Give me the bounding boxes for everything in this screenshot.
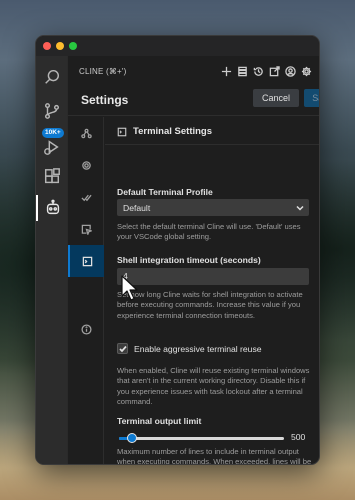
section-title-text: Terminal Settings xyxy=(133,126,213,137)
activity-source-control[interactable] xyxy=(36,98,68,124)
account-button[interactable] xyxy=(284,65,296,77)
panel-title: CLINE (⌘+') xyxy=(79,67,127,76)
gear-icon xyxy=(301,66,311,76)
plus-icon xyxy=(221,66,231,76)
title-bar xyxy=(36,36,319,56)
vscode-window: 10K+ CLINE (⌘+') Settings Cancel S Termi… xyxy=(35,35,320,465)
terminal-profile-value: Default xyxy=(123,203,151,213)
settings-title: Settings xyxy=(81,93,129,107)
mcp-servers-button[interactable] xyxy=(236,65,248,77)
settings-button[interactable] xyxy=(300,65,312,77)
run-debug-icon xyxy=(44,140,59,155)
info-icon xyxy=(80,323,92,335)
history-icon xyxy=(253,66,263,76)
tab-about[interactable] xyxy=(68,313,104,345)
section-title: Terminal Settings xyxy=(117,126,212,137)
extensions-icon xyxy=(44,168,60,184)
tab-features[interactable] xyxy=(68,181,104,213)
save-button[interactable]: Save xyxy=(304,89,319,107)
output-limit-label: Terminal output limit xyxy=(117,416,202,426)
cline-robot-icon xyxy=(46,199,60,215)
aggressive-reuse-checkbox[interactable] xyxy=(117,343,128,354)
settings-tabs xyxy=(68,117,104,464)
activity-run-debug[interactable] xyxy=(36,134,68,160)
output-limit-description: Maximum number of lines to include in te… xyxy=(117,447,312,465)
activity-cline[interactable] xyxy=(36,195,68,221)
source-control-icon xyxy=(44,103,60,119)
minimize-window-button[interactable] xyxy=(56,42,64,50)
timeout-value: 4 xyxy=(123,271,128,281)
cancel-button[interactable]: Cancel xyxy=(253,89,299,107)
terminal-profile-select[interactable]: Default xyxy=(117,199,309,216)
activity-bar: 10K+ xyxy=(36,56,68,464)
aggressive-reuse-label: Enable aggressive terminal reuse xyxy=(134,344,262,354)
checks-icon xyxy=(80,194,92,201)
nodes-icon xyxy=(80,128,92,138)
settings-header: Settings Cancel Save xyxy=(68,86,319,116)
search-icon xyxy=(45,69,60,84)
aggressive-reuse-description: When enabled, Cline will reuse existing … xyxy=(117,366,310,407)
tab-terminal[interactable] xyxy=(68,245,104,277)
timeout-label: Shell integration timeout (seconds) xyxy=(117,255,261,265)
cursor-square-icon xyxy=(81,224,92,235)
section-divider xyxy=(105,144,319,145)
output-limit-value: 500 xyxy=(291,432,306,442)
tab-browser[interactable] xyxy=(68,213,104,245)
zoom-window-button[interactable] xyxy=(69,42,77,50)
terminal-settings-content: Terminal Settings Default Terminal Profi… xyxy=(105,117,319,465)
output-limit-slider-thumb[interactable] xyxy=(127,433,138,443)
output-limit-slider[interactable] xyxy=(119,433,284,443)
close-window-button[interactable] xyxy=(43,42,51,50)
gear-icon xyxy=(81,160,91,170)
timeout-input[interactable]: 4 xyxy=(117,268,309,285)
external-link-icon xyxy=(269,65,280,76)
terminal-icon xyxy=(117,127,127,136)
popout-button[interactable] xyxy=(268,65,280,77)
timeout-description: Set how long Cline waits for shell integ… xyxy=(117,290,303,320)
chevron-down-icon xyxy=(296,205,304,211)
new-task-button[interactable] xyxy=(220,65,232,77)
profile-label: Default Terminal Profile xyxy=(117,187,213,197)
server-stack-icon xyxy=(237,66,247,76)
tab-general[interactable] xyxy=(68,149,104,181)
activity-search[interactable] xyxy=(36,64,68,90)
activity-extensions[interactable] xyxy=(36,164,68,190)
tab-api-config[interactable] xyxy=(68,117,104,149)
checkmark-icon xyxy=(118,345,127,352)
profile-description: Select the default terminal Cline will u… xyxy=(117,222,301,242)
terminal-icon xyxy=(82,256,92,266)
history-button[interactable] xyxy=(252,65,264,77)
panel-header: CLINE (⌘+') xyxy=(68,56,319,86)
account-icon xyxy=(284,65,296,77)
